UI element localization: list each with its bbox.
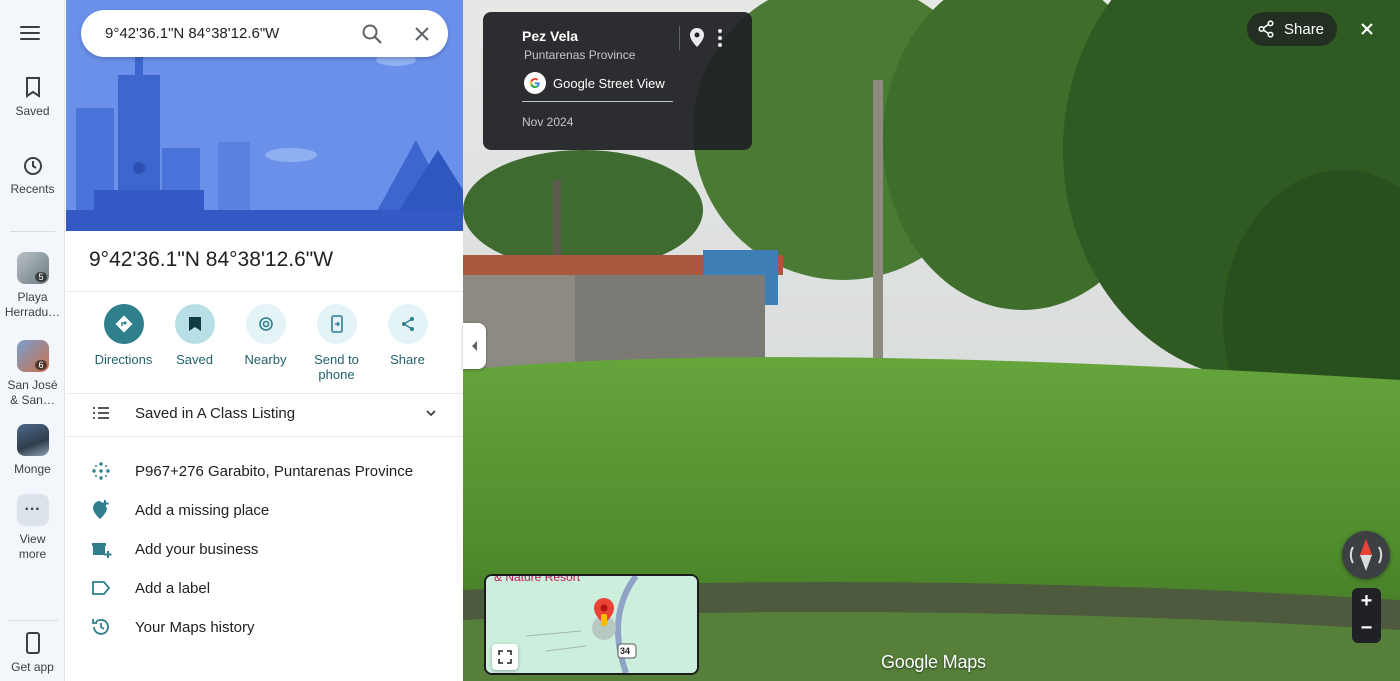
- add-label-text: Add a label: [135, 580, 211, 597]
- rail-item-saved[interactable]: Saved: [0, 76, 65, 119]
- street-view-province: Puntarenas Province: [524, 48, 636, 62]
- action-bar: Directions Saved Nearby Send to phone Sh…: [88, 304, 443, 382]
- hero-illustration: [66, 0, 463, 231]
- search-box[interactable]: [81, 10, 448, 57]
- compass-button[interactable]: [1342, 531, 1390, 579]
- mini-map-label: & Nature Resort: [494, 574, 581, 584]
- divider: [66, 436, 463, 437]
- plus-code-text: P967+276 Garabito, Puntarenas Province: [135, 463, 414, 480]
- divider: [679, 26, 680, 50]
- capture-date[interactable]: Nov 2024: [522, 115, 573, 129]
- phone-icon: [25, 632, 40, 654]
- action-label: Share: [390, 352, 425, 367]
- rail-recent-monge[interactable]: Monge: [0, 424, 65, 477]
- menu-icon[interactable]: [18, 22, 42, 44]
- add-label-row[interactable]: Add a label: [66, 569, 463, 608]
- rail-recent-label: San José & San…: [7, 378, 58, 407]
- street-view-place-name: Pez Vela: [522, 28, 579, 44]
- thumbnail-badge: 5: [35, 272, 47, 282]
- history-icon: [92, 619, 109, 635]
- send-to-phone-button[interactable]: Send to phone: [301, 304, 372, 382]
- nearby-button[interactable]: Nearby: [230, 304, 301, 382]
- add-missing-place-row[interactable]: Add a missing place: [66, 491, 463, 530]
- saved-list-label: Saved in A Class Listing: [135, 405, 296, 422]
- mini-map[interactable]: & Nature Resort 34: [484, 574, 699, 675]
- rail-recent-label: Monge: [14, 462, 51, 476]
- place-thumbnail: 5: [16, 252, 49, 284]
- history-icon: [23, 157, 42, 175]
- rail-divider: [10, 231, 55, 232]
- close-icon[interactable]: [410, 22, 434, 46]
- chevron-left-icon: [471, 341, 477, 351]
- saved-button[interactable]: Saved: [159, 304, 230, 382]
- add-missing-place-text: Add a missing place: [135, 502, 270, 519]
- street-view-info-card: Pez Vela Puntarenas Province Google Stre…: [483, 12, 752, 150]
- add-business-text: Add your business: [135, 541, 259, 558]
- label-icon: [92, 581, 111, 595]
- close-street-view-icon[interactable]: [1354, 16, 1380, 42]
- expand-map-button[interactable]: [492, 644, 518, 670]
- zoom-in-button[interactable]: +: [1352, 588, 1381, 615]
- bookmark-icon: [25, 77, 40, 98]
- plus-code-row[interactable]: P967+276 Garabito, Puntarenas Province: [66, 452, 463, 491]
- rail-recent-label: Playa Herradu…: [4, 290, 61, 319]
- add-business-row[interactable]: Add your business: [66, 530, 463, 569]
- more-vert-icon[interactable]: [717, 28, 723, 48]
- google-maps-wordmark: Google Maps: [881, 652, 986, 672]
- nearby-icon: [245, 304, 286, 344]
- action-label: Nearby: [244, 352, 287, 367]
- thumbnail-badge: 6: [35, 360, 47, 370]
- rail-recent-playa-herradura[interactable]: 5 Playa Herradu…: [0, 252, 65, 320]
- get-app-label: Get app: [11, 660, 54, 674]
- street-view-source[interactable]: Google Street View: [524, 72, 665, 94]
- directions-icon: [103, 304, 144, 344]
- list-icon: [93, 407, 109, 419]
- more-icon: ···: [16, 494, 49, 526]
- bookmark-filled-icon: [174, 304, 215, 344]
- street-view-source-label: Google Street View: [553, 75, 665, 91]
- action-label: Directions: [94, 352, 153, 367]
- share-label: Share: [1284, 20, 1325, 38]
- street-view-share-button[interactable]: Share: [1247, 12, 1337, 46]
- location-pin-icon[interactable]: [688, 27, 706, 49]
- action-label: Send to phone: [314, 352, 359, 382]
- google-logo-icon: [524, 72, 546, 94]
- rail-recents-label: Recents: [10, 182, 55, 196]
- fullscreen-icon: [498, 650, 512, 664]
- left-rail: Saved Recents 5 Playa Herradu… 6 San Jos…: [0, 0, 65, 681]
- share-button[interactable]: Share: [372, 304, 443, 382]
- collapse-panel-button[interactable]: [463, 323, 486, 369]
- rail-saved-label: Saved: [15, 104, 50, 118]
- place-thumbnail: 6: [16, 340, 49, 372]
- place-thumbnail: [16, 424, 49, 456]
- view-more-label: View more: [18, 532, 47, 561]
- rail-view-more[interactable]: ··· View more: [0, 494, 65, 562]
- zoom-control: + −: [1352, 588, 1381, 643]
- rail-recent-san-jose[interactable]: 6 San José & San…: [0, 340, 65, 408]
- divider: [522, 101, 673, 102]
- share-icon: [387, 304, 428, 344]
- share-icon: [1258, 20, 1274, 38]
- maps-history-row[interactable]: Your Maps history: [66, 608, 463, 647]
- divider: [66, 291, 463, 292]
- compass-icon: [1349, 539, 1383, 571]
- rail-divider: [8, 620, 58, 621]
- chevron-down-icon[interactable]: [424, 406, 438, 420]
- route-shield: 34: [620, 646, 631, 656]
- rail-item-recents[interactable]: Recents: [0, 155, 65, 197]
- zoom-out-button[interactable]: −: [1352, 615, 1381, 642]
- place-title: 9°42'36.1"N 84°38'12.6"W: [89, 248, 334, 271]
- add-location-icon: [93, 500, 109, 519]
- add-business-icon: [92, 543, 112, 558]
- search-input[interactable]: [105, 25, 355, 42]
- place-panel: 9°42'36.1"N 84°38'12.6"W Directions Save…: [66, 0, 463, 681]
- search-icon[interactable]: [360, 22, 384, 46]
- directions-button[interactable]: Directions: [88, 304, 159, 382]
- action-label: Saved: [176, 352, 213, 367]
- saved-list-row[interactable]: Saved in A Class Listing: [66, 394, 463, 433]
- maps-history-text: Your Maps history: [135, 619, 255, 636]
- send-to-phone-icon: [316, 304, 357, 344]
- plus-code-icon: [92, 462, 110, 480]
- rail-get-app[interactable]: Get app: [0, 632, 65, 675]
